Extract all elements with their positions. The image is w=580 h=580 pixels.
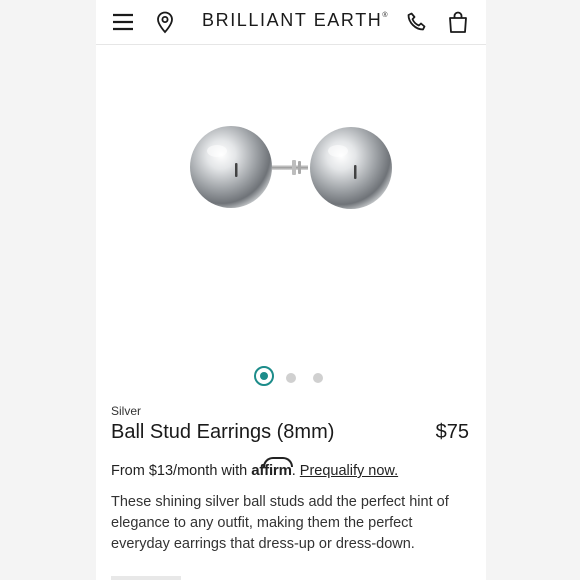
brand-name: BRILLIANT EARTH <box>202 10 383 30</box>
right-earring-ball <box>310 127 392 209</box>
gallery-pagination <box>96 366 486 390</box>
gallery-dot-3[interactable] <box>313 373 323 383</box>
product-image-gallery[interactable] <box>96 45 486 355</box>
site-header: BRILLIANT EARTH® <box>96 0 486 45</box>
shopping-bag-icon[interactable] <box>446 10 470 34</box>
next-section-edge <box>111 576 181 580</box>
location-pin-icon[interactable] <box>153 10 177 34</box>
brand-logo[interactable]: BRILLIANT EARTH® <box>202 10 388 31</box>
product-metal: Silver <box>111 404 142 418</box>
product-price: $75 <box>435 421 469 443</box>
product-title: Ball Stud Earrings (8mm) <box>111 421 335 443</box>
left-earring-ball <box>190 126 272 208</box>
gallery-dot-1[interactable] <box>254 366 274 386</box>
menu-icon[interactable] <box>111 10 135 34</box>
financing-text: From $13/month with <box>111 463 248 479</box>
product-page: BRILLIANT EARTH® Silver Ball Stud Earrin… <box>96 0 486 580</box>
earrings-image <box>190 126 392 209</box>
gallery-dot-2[interactable] <box>286 373 296 383</box>
product-description: These shining silver ball studs add the … <box>111 494 449 552</box>
phone-icon[interactable] <box>405 10 429 34</box>
affirm-logo: affirm <box>251 462 292 479</box>
prequalify-link[interactable]: Prequalify now. <box>300 463 398 479</box>
financing-line: From $13/month with affirm. Prequalify n… <box>111 462 398 479</box>
earring-post <box>272 165 308 170</box>
trademark-mark: ® <box>382 12 388 19</box>
